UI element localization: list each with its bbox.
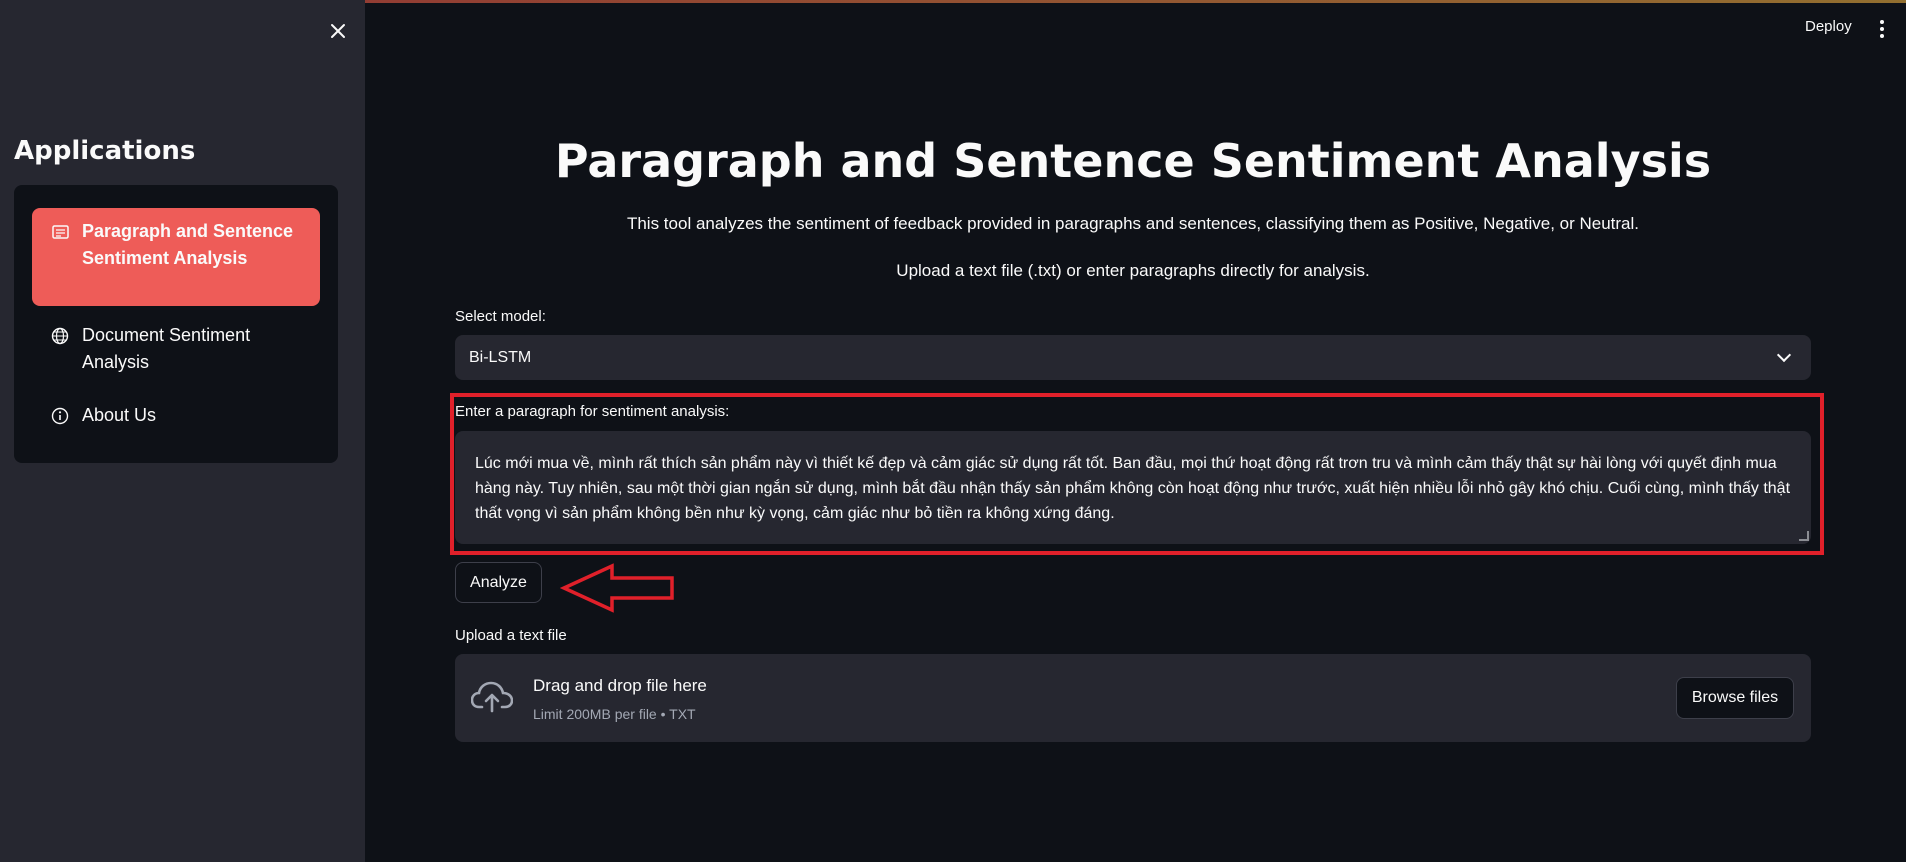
chevron-down-icon bbox=[1776, 347, 1792, 363]
info-icon bbox=[50, 402, 70, 429]
file-dropzone[interactable]: Drag and drop file here Limit 200MB per … bbox=[455, 654, 1811, 742]
sidebar-item-about-us[interactable]: About Us bbox=[32, 392, 320, 439]
sidebar-title: Applications bbox=[14, 136, 196, 166]
page-title: Paragraph and Sentence Sentiment Analysi… bbox=[554, 134, 1712, 188]
globe-icon bbox=[50, 322, 70, 349]
resize-handle-icon[interactable] bbox=[1799, 531, 1809, 541]
document-icon bbox=[50, 218, 70, 245]
model-select-value: Bi-LSTM bbox=[469, 348, 532, 366]
deploy-button[interactable]: Deploy bbox=[1805, 18, 1852, 35]
sidebar-item-document-analysis[interactable]: Document Sentiment Analysis bbox=[32, 312, 320, 386]
model-select-label: Select model: bbox=[455, 308, 546, 325]
page-instruction: Upload a text file (.txt) or enter parag… bbox=[896, 261, 1370, 280]
upload-label: Upload a text file bbox=[455, 627, 567, 644]
close-sidebar-button[interactable] bbox=[325, 18, 351, 44]
annotation-arrow-icon bbox=[560, 563, 674, 613]
sidebar: Applications Paragraph and Sentence Sent… bbox=[0, 0, 365, 862]
more-options-icon[interactable] bbox=[1876, 18, 1888, 40]
sidebar-item-label: About Us bbox=[82, 405, 157, 425]
sidebar-item-label: Paragraph and Sentence Sentiment Analysi… bbox=[82, 221, 294, 268]
sidebar-item-label: Document Sentiment Analysis bbox=[82, 325, 251, 372]
close-icon bbox=[331, 24, 345, 38]
sidebar-item-paragraph-analysis[interactable]: Paragraph and Sentence Sentiment Analysi… bbox=[32, 208, 320, 306]
analyze-button[interactable]: Analyze bbox=[455, 562, 542, 603]
model-select[interactable]: Bi-LSTM bbox=[455, 335, 1811, 380]
page-description: This tool analyzes the sentiment of feed… bbox=[626, 214, 1640, 233]
dropzone-title: Drag and drop file here bbox=[533, 676, 707, 695]
cloud-upload-icon bbox=[471, 681, 513, 713]
paragraph-textarea[interactable]: Lúc mới mua về, mình rất thích sản phẩm … bbox=[455, 431, 1811, 544]
paragraph-input-label: Enter a paragraph for sentiment analysis… bbox=[455, 403, 730, 420]
browse-files-button[interactable]: Browse files bbox=[1676, 677, 1794, 719]
dropzone-subtitle: Limit 200MB per file • TXT bbox=[533, 706, 696, 722]
sidebar-nav: Paragraph and Sentence Sentiment Analysi… bbox=[14, 185, 338, 463]
